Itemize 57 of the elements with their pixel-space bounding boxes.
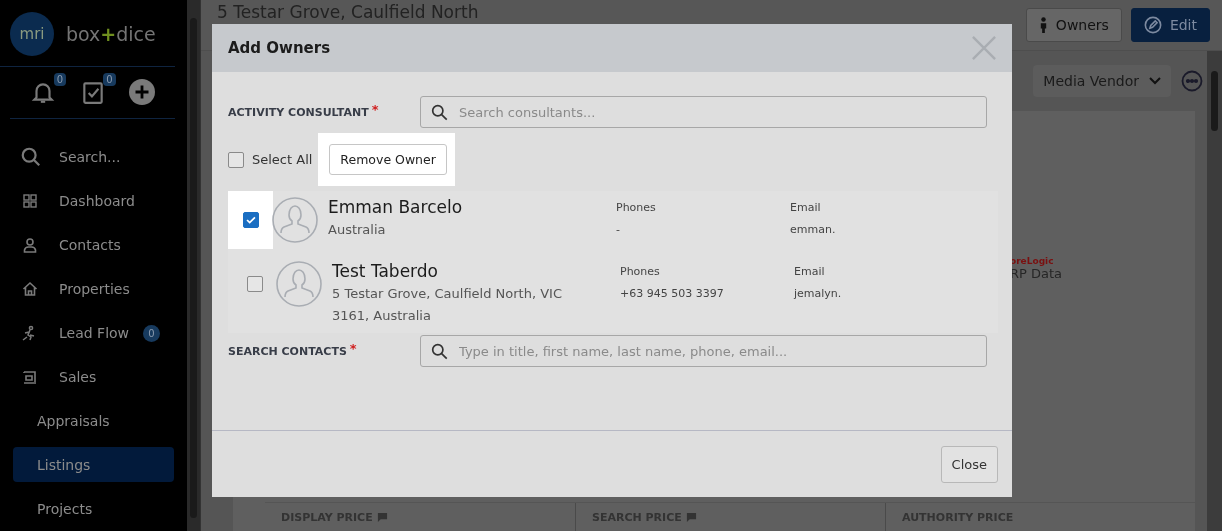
edit-icon xyxy=(1143,16,1162,34)
nav-item[interactable]: Contacts xyxy=(0,223,174,267)
remove-owner-button[interactable]: Remove Owner xyxy=(329,144,447,175)
search-icon xyxy=(431,104,448,121)
nav-item[interactable]: Appraisals xyxy=(0,399,174,443)
nav-item[interactable]: Properties xyxy=(0,267,174,311)
nav-item[interactable]: Lead Flow 0 xyxy=(0,311,174,355)
checkbox[interactable] xyxy=(228,151,244,168)
brand-name: box+dice xyxy=(66,22,156,45)
more-options-icon[interactable] xyxy=(1181,70,1203,92)
phones-label: Phones xyxy=(616,201,657,214)
scrollbar-thumb[interactable] xyxy=(1211,71,1218,131)
count-badge: 0 xyxy=(103,72,116,86)
chevron-down-icon xyxy=(1149,77,1161,85)
contact-address: 5 Testar Grove, Caulfield North, VIC 3161, Australia xyxy=(332,285,563,325)
email-address: emman. xyxy=(790,223,836,236)
home-icon xyxy=(22,281,38,297)
sign-icon xyxy=(22,369,38,385)
nav-item[interactable]: Dashboard xyxy=(0,179,174,223)
required-mark: * xyxy=(349,341,357,356)
count-badge: 0 xyxy=(143,324,161,342)
nav-item[interactable]: Listings xyxy=(13,447,174,482)
nav-item[interactable]: Sales xyxy=(0,355,174,399)
add-icon[interactable] xyxy=(129,78,155,105)
email-label: Email xyxy=(790,201,822,214)
contact-name: Emman Barcelo xyxy=(328,197,464,217)
count-badge: 0 xyxy=(53,72,66,86)
search-icon xyxy=(431,343,448,360)
avatar-icon xyxy=(272,197,318,243)
select-all-label: Select All xyxy=(252,152,313,167)
contact-address: Australia xyxy=(328,221,387,239)
email-label: Email xyxy=(794,265,826,278)
field-label: ACTIVITY CONSULTANT xyxy=(228,106,369,119)
edit-button[interactable]: Edit xyxy=(1130,8,1210,42)
search-field[interactable]: Type in title, first name, last name, phone, email... xyxy=(420,335,987,367)
phones-label: Phones xyxy=(620,265,661,278)
avatar-icon xyxy=(276,261,322,307)
phone-number: - xyxy=(616,223,621,236)
person-icon xyxy=(1038,16,1048,34)
contact-name: Test Taberdo xyxy=(332,261,439,281)
owners-button[interactable]: Owners xyxy=(1025,8,1122,42)
close-button[interactable]: Close xyxy=(940,445,998,483)
dialog-title: Add Owners xyxy=(228,39,331,57)
search-icon xyxy=(20,146,42,168)
logo-text: oreLogic xyxy=(1010,257,1055,267)
person-icon xyxy=(22,237,38,253)
grid-icon xyxy=(22,193,38,209)
email-address: jemalyn. xyxy=(794,287,842,300)
nav-item[interactable]: Projects xyxy=(0,487,174,531)
logo-mark: mri xyxy=(10,11,54,56)
nav-item[interactable]: Search... xyxy=(0,135,174,179)
search-field[interactable]: Search consultants... xyxy=(420,96,987,128)
field-label: SEARCH CONTACTS xyxy=(228,345,347,358)
checkbox[interactable] xyxy=(246,276,263,292)
required-mark: * xyxy=(371,102,379,117)
checkbox[interactable] xyxy=(242,212,259,228)
phone-number: +63 945 503 3397 xyxy=(620,287,725,300)
